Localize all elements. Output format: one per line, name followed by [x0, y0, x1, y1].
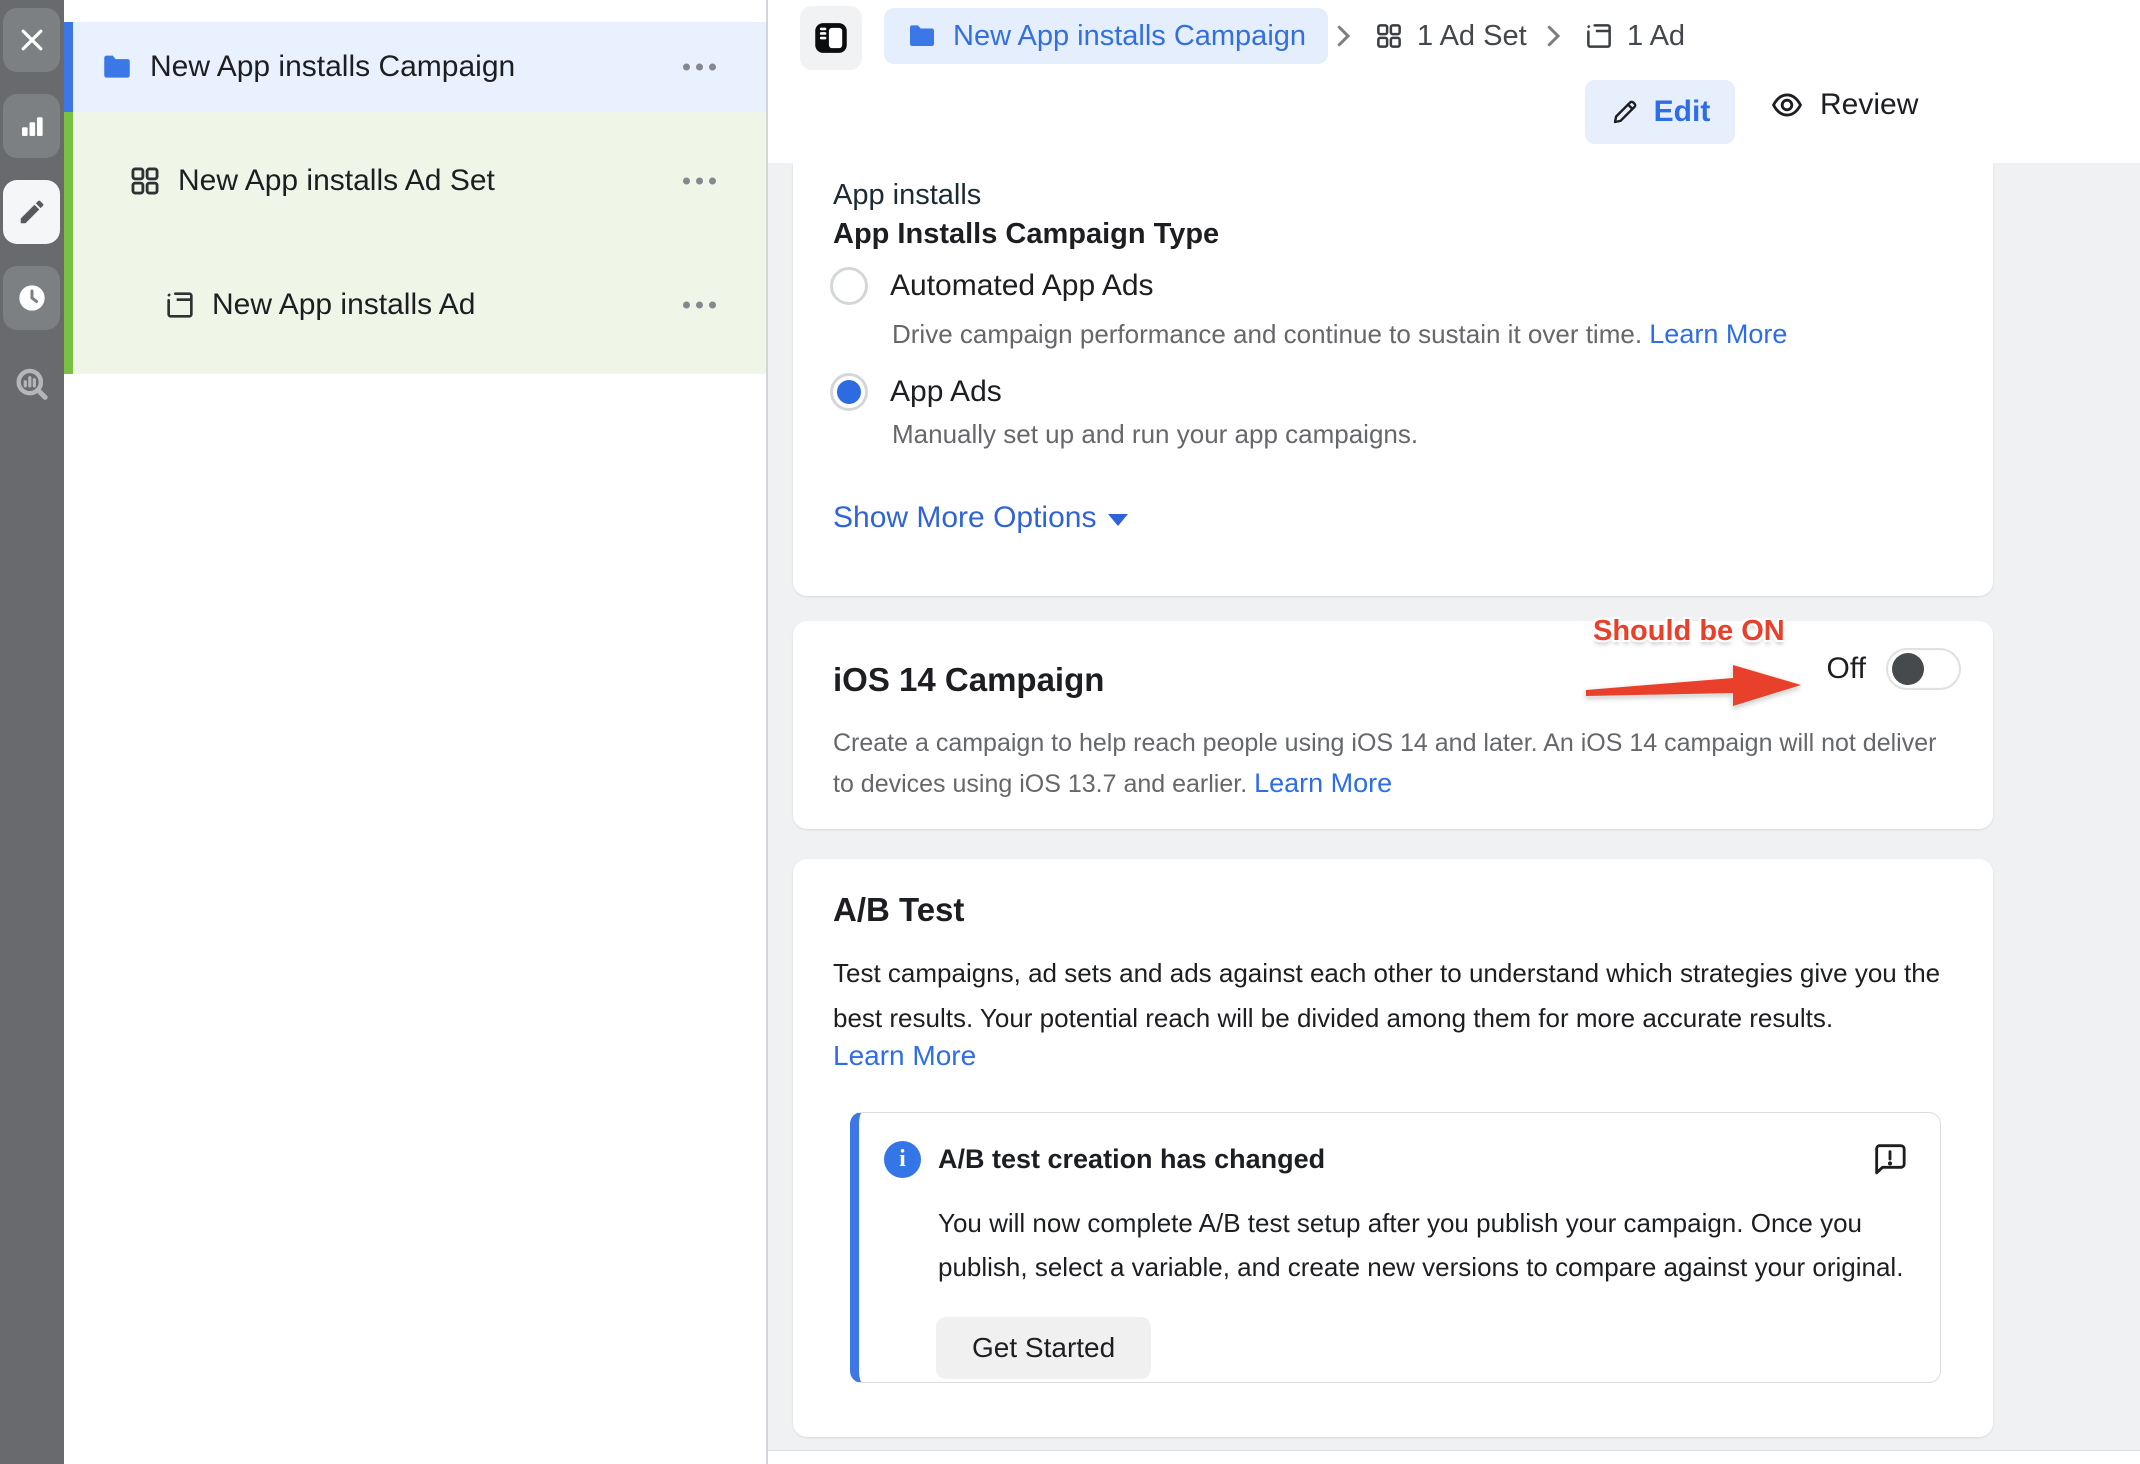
charts-button[interactable]	[3, 94, 60, 158]
breadcrumb-adset-label: 1 Ad Set	[1417, 20, 1527, 53]
radio-option-app-ads[interactable]: App Ads	[830, 373, 1002, 411]
caret-down-icon	[1108, 514, 1128, 526]
ad-frame-icon	[164, 289, 196, 321]
option-description: Drive campaign performance and continue …	[892, 319, 1787, 350]
side-panel-icon	[810, 17, 852, 59]
close-button[interactable]	[3, 8, 60, 72]
radio-option-label: Automated App Ads	[890, 269, 1154, 303]
left-toolbar-rail	[0, 0, 64, 1464]
info-icon: i	[884, 1141, 921, 1178]
notice-body: You will now complete A/B test setup aft…	[938, 1201, 1908, 1289]
ios14-campaign-card: iOS 14 Campaign Off Create a campaign to…	[793, 621, 1993, 829]
bar-chart-icon	[17, 111, 47, 141]
notice-header: i A/B test creation has changed	[884, 1139, 1910, 1179]
feedback-bubble-icon[interactable]	[1870, 1139, 1910, 1179]
tree-item-adset[interactable]: New App installs Ad Set	[64, 136, 766, 226]
pencil-icon	[17, 197, 47, 227]
option-description: Manually set up and run your app campaig…	[892, 419, 1418, 450]
breadcrumb-campaign[interactable]: New App installs Campaign	[884, 8, 1328, 64]
ad-set-grid-icon	[128, 164, 162, 198]
ios14-card-title: iOS 14 Campaign	[833, 661, 1104, 699]
campaign-options-menu-icon[interactable]	[677, 58, 722, 77]
toggle-knob	[1892, 653, 1924, 685]
radio-option-label: App Ads	[890, 375, 1002, 409]
tree-item-ad[interactable]: New App installs Ad	[64, 260, 766, 350]
folder-icon	[906, 20, 938, 52]
pencil-outline-icon	[1610, 97, 1640, 127]
ab-test-description: Test campaigns, ad sets and ads against …	[833, 951, 1983, 1041]
edit-mode-button[interactable]	[3, 180, 60, 244]
edit-tab-label: Edit	[1654, 95, 1711, 129]
ios14-description: Create a campaign to help reach people u…	[833, 723, 1953, 804]
ad-frame-icon	[1584, 21, 1614, 51]
ios14-toggle-group: Off	[1827, 648, 1961, 690]
history-button[interactable]	[3, 266, 60, 330]
campaign-selected-stripe	[64, 22, 73, 112]
ab-test-title: A/B Test	[833, 891, 964, 929]
collapse-panel-button[interactable]	[800, 6, 862, 70]
campaign-type-title: App Installs Campaign Type	[833, 218, 1219, 251]
main-area: New App installs Campaign 1 Ad Set 1 Ad …	[766, 0, 2140, 1464]
review-tab[interactable]: Review	[1770, 88, 1918, 122]
close-icon	[17, 25, 47, 55]
option-description-text: Manually set up and run your app campaig…	[892, 419, 1418, 449]
annotation-should-be-on: Should be ON	[1593, 615, 1785, 648]
radio-unselected-icon[interactable]	[830, 267, 868, 305]
eye-icon	[1770, 88, 1804, 122]
campaign-objective: App installs	[833, 179, 981, 212]
next-card-top-edge	[766, 1450, 2140, 1464]
campaign-tree-panel: New App installs Campaign New App instal…	[64, 0, 768, 1464]
tree-item-label: New App installs Campaign	[150, 50, 515, 84]
tree-item-campaign[interactable]: New App installs Campaign	[64, 22, 766, 112]
review-tab-label: Review	[1820, 88, 1918, 122]
learn-more-link[interactable]: Learn More	[1254, 768, 1392, 798]
campaign-type-card: App installs App Installs Campaign Type …	[793, 163, 1993, 596]
ad-set-grid-icon	[1374, 21, 1404, 51]
option-description-text: Drive campaign performance and continue …	[892, 319, 1642, 349]
learn-more-link[interactable]: Learn More	[833, 1040, 976, 1072]
ab-test-card: A/B Test Test campaigns, ad sets and ads…	[793, 859, 1993, 1437]
breadcrumb-ad-label: 1 Ad	[1627, 20, 1685, 53]
ad-options-menu-icon[interactable]	[677, 296, 722, 315]
annotation-arrow-icon	[1583, 657, 1818, 713]
tree-item-label: New App installs Ad Set	[178, 164, 495, 198]
edit-tab[interactable]: Edit	[1585, 80, 1735, 144]
show-more-options-label: Show More Options	[833, 501, 1096, 535]
breadcrumb-ad[interactable]: 1 Ad	[1584, 16, 1685, 56]
radio-option-automated-app-ads[interactable]: Automated App Ads	[830, 267, 1154, 305]
radio-selected-icon[interactable]	[830, 373, 868, 411]
adset-options-menu-icon[interactable]	[677, 172, 722, 191]
content-scroll-area[interactable]: App installs App Installs Campaign Type …	[766, 163, 2140, 1464]
folder-icon	[100, 50, 134, 84]
show-more-options-link[interactable]: Show More Options	[833, 501, 1128, 535]
breadcrumb-adset[interactable]: 1 Ad Set	[1374, 16, 1527, 56]
toggle-state-label: Off	[1827, 652, 1866, 686]
search-insights-button[interactable]	[0, 366, 64, 404]
notice-title: A/B test creation has changed	[938, 1144, 1325, 1175]
breadcrumb-campaign-label: New App installs Campaign	[953, 20, 1306, 53]
chevron-right-icon	[1538, 21, 1568, 51]
tree-item-label: New App installs Ad	[212, 288, 475, 322]
search-insights-icon	[13, 366, 51, 404]
tree-adset-group: New App installs Ad Set New App installs…	[64, 112, 766, 374]
ab-test-notice-box: i A/B test creation has changed You will…	[850, 1112, 1941, 1383]
ios14-toggle-switch[interactable]	[1886, 648, 1961, 690]
clock-icon	[16, 282, 48, 314]
learn-more-link[interactable]: Learn More	[1649, 319, 1787, 349]
get-started-button[interactable]: Get Started	[936, 1317, 1151, 1379]
chevron-right-icon	[1328, 21, 1358, 51]
